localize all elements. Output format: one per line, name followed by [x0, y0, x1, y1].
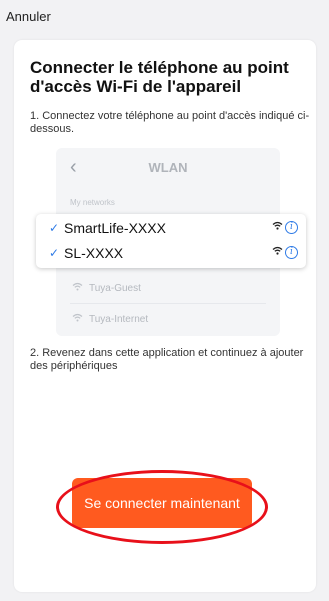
- connect-now-button[interactable]: Se connecter maintenant: [72, 478, 252, 528]
- faded-network-name: Tuya-Internet: [89, 313, 149, 325]
- info-icon: i: [285, 246, 298, 259]
- faded-network-item: Tuya-Internet: [72, 313, 148, 325]
- step-2-text: 2. Revenez dans cette application et con…: [30, 347, 304, 372]
- connect-now-label: Se connecter maintenant: [84, 495, 240, 511]
- wifi-icon: [72, 282, 83, 294]
- wlan-header: WLAN: [148, 160, 188, 175]
- info-icon: i: [285, 221, 298, 234]
- faded-network-item: Tuya-Guest: [72, 282, 141, 294]
- page-title: Connecter le téléphone au point d'accès …: [30, 58, 289, 96]
- network-ssid: SL-XXXX: [64, 245, 124, 261]
- top-bar: Annuler: [0, 0, 329, 36]
- check-icon: ✓: [49, 246, 60, 260]
- divider: [70, 303, 266, 304]
- check-icon: ✓: [49, 221, 60, 235]
- wifi-icon: [72, 313, 83, 325]
- network-row: ✓ SL-XXXX i: [36, 242, 306, 266]
- wifi-icon: [272, 221, 283, 233]
- my-networks-subhead: My networks: [70, 198, 115, 207]
- network-row: ✓ SmartLife-XXXX i: [36, 217, 306, 241]
- network-ssid: SmartLife-XXXX: [64, 220, 166, 236]
- highlighted-network-list: ✓ SmartLife-XXXX i ✓ SL-XXXX i: [36, 214, 306, 268]
- cancel-button[interactable]: Annuler: [6, 9, 51, 24]
- wifi-icon: [272, 246, 283, 258]
- step-1-text: 1. Connectez votre téléphone au point d'…: [30, 110, 310, 135]
- faded-network-name: Tuya-Guest: [89, 282, 141, 294]
